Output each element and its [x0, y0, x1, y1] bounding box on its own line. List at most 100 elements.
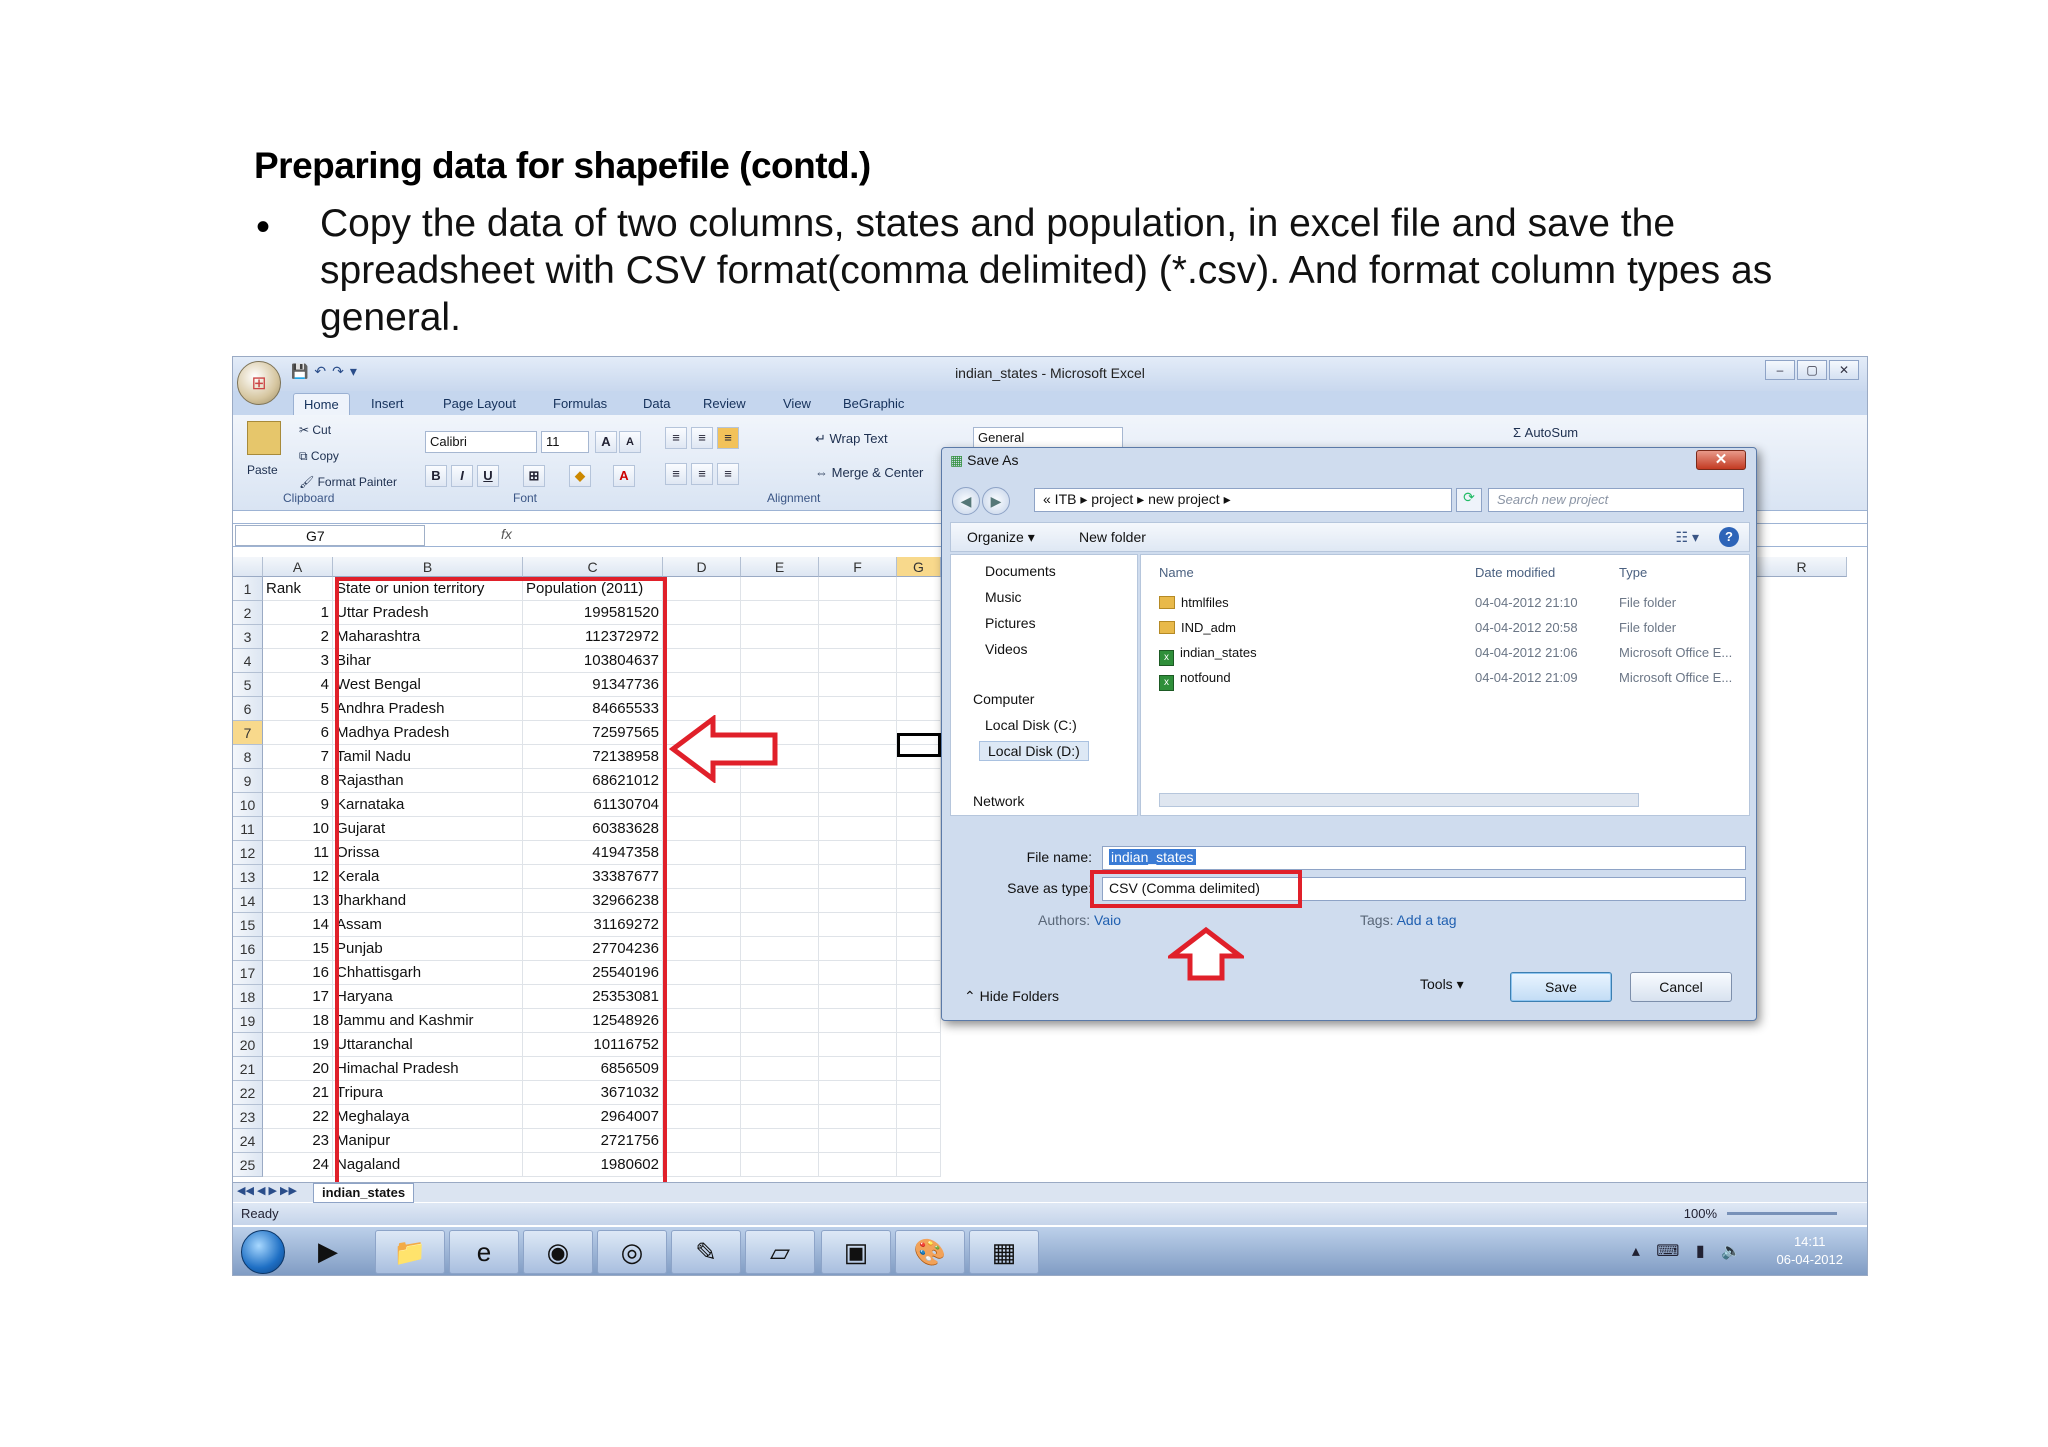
empty-cell[interactable]	[663, 649, 741, 673]
row-header[interactable]: 5	[233, 673, 263, 697]
tab-insert[interactable]: Insert	[361, 393, 414, 415]
row-header[interactable]: 7	[233, 721, 263, 745]
empty-cell[interactable]	[741, 1129, 819, 1153]
empty-cell[interactable]	[663, 793, 741, 817]
tab-home[interactable]: Home	[293, 393, 350, 415]
cell-rank[interactable]: 12	[263, 865, 333, 889]
fill-color-icon[interactable]: ◆	[569, 465, 591, 487]
nav-network[interactable]: Network	[973, 793, 1024, 809]
cell-rank[interactable]: 9	[263, 793, 333, 817]
empty-cell[interactable]	[897, 673, 941, 697]
align-top-icon[interactable]: ≡	[665, 427, 687, 449]
dialog-close-button[interactable]: ✕	[1696, 450, 1746, 470]
row-header[interactable]: 2	[233, 601, 263, 625]
empty-cell[interactable]	[897, 1033, 941, 1057]
row-header[interactable]: 10	[233, 793, 263, 817]
row-header[interactable]: 6	[233, 697, 263, 721]
row-header[interactable]: 21	[233, 1057, 263, 1081]
empty-cell[interactable]	[663, 913, 741, 937]
paint-icon[interactable]: 🎨	[895, 1230, 965, 1274]
column-header-r[interactable]: R	[1757, 557, 1847, 577]
minimize-button[interactable]: –	[1765, 360, 1795, 380]
nav-documents[interactable]: Documents	[985, 563, 1056, 579]
empty-cell[interactable]	[663, 889, 741, 913]
search-input[interactable]: Search new project	[1488, 488, 1744, 512]
row-header[interactable]: 11	[233, 817, 263, 841]
empty-cell[interactable]	[819, 697, 897, 721]
align-left-icon[interactable]: ≡	[665, 463, 687, 485]
empty-cell[interactable]	[819, 793, 897, 817]
cell-rank[interactable]: 15	[263, 937, 333, 961]
bold-button[interactable]: B	[425, 465, 447, 487]
cell-rank[interactable]: 17	[263, 985, 333, 1009]
empty-cell[interactable]	[819, 625, 897, 649]
row-header[interactable]: 12	[233, 841, 263, 865]
file-name-input[interactable]: indian_states	[1102, 846, 1746, 870]
cell-rank[interactable]: 5	[263, 697, 333, 721]
cell-rank[interactable]: 18	[263, 1009, 333, 1033]
empty-cell[interactable]	[741, 841, 819, 865]
empty-cell[interactable]	[819, 1057, 897, 1081]
row-header[interactable]: 13	[233, 865, 263, 889]
excel-taskbar-icon[interactable]: ▦	[969, 1230, 1039, 1274]
empty-cell[interactable]	[819, 721, 897, 745]
save-button[interactable]: Save	[1510, 972, 1612, 1002]
wrap-text-button[interactable]: ↵ Wrap Text	[815, 431, 888, 447]
empty-cell[interactable]	[741, 1033, 819, 1057]
refresh-icon[interactable]: ⟳	[1456, 488, 1482, 512]
select-all-corner[interactable]	[233, 557, 263, 577]
empty-cell[interactable]	[663, 1033, 741, 1057]
tab-review[interactable]: Review	[693, 393, 756, 415]
cell-rank[interactable]: 14	[263, 913, 333, 937]
cancel-button[interactable]: Cancel	[1630, 972, 1732, 1002]
empty-cell[interactable]	[819, 1033, 897, 1057]
empty-cell[interactable]	[897, 769, 941, 793]
row-header[interactable]: 15	[233, 913, 263, 937]
empty-cell[interactable]	[819, 865, 897, 889]
sheet-tab-indian-states[interactable]: indian_states	[313, 1183, 415, 1203]
align-bottom-icon[interactable]: ≡	[717, 427, 739, 449]
cell-rank[interactable]: 6	[263, 721, 333, 745]
align-right-icon[interactable]: ≡	[717, 463, 739, 485]
empty-cell[interactable]	[897, 1153, 941, 1177]
shrink-font-icon[interactable]: A	[619, 431, 641, 453]
empty-cell[interactable]	[819, 1009, 897, 1033]
empty-cell[interactable]	[897, 577, 941, 601]
empty-cell[interactable]	[819, 937, 897, 961]
empty-cell[interactable]	[819, 649, 897, 673]
empty-cell[interactable]	[819, 1081, 897, 1105]
row-header[interactable]: 23	[233, 1105, 263, 1129]
paste-button[interactable]: Paste	[247, 463, 278, 477]
empty-cell[interactable]	[819, 745, 897, 769]
cut-button[interactable]: ✂ Cut	[299, 423, 331, 437]
underline-button[interactable]: U	[477, 465, 499, 487]
cell-rank[interactable]: 1	[263, 601, 333, 625]
internet-explorer-icon[interactable]: e	[449, 1230, 519, 1274]
row-header[interactable]: 1	[233, 577, 263, 601]
row-header[interactable]: 8	[233, 745, 263, 769]
font-size-select[interactable]: 11	[541, 431, 589, 453]
empty-cell[interactable]	[897, 1009, 941, 1033]
cell-rank[interactable]: 2	[263, 625, 333, 649]
cell-rank[interactable]: 13	[263, 889, 333, 913]
explorer-icon[interactable]: 📁	[375, 1230, 445, 1274]
address-bar[interactable]: « ITB ▸ project ▸ new project ▸	[1034, 488, 1452, 512]
row-header[interactable]: 14	[233, 889, 263, 913]
empty-cell[interactable]	[663, 817, 741, 841]
font-color-icon[interactable]: A	[613, 465, 635, 487]
nav-local-disk-d[interactable]: Local Disk (D:)	[979, 741, 1089, 761]
empty-cell[interactable]	[897, 937, 941, 961]
column-name[interactable]: Name	[1159, 565, 1194, 580]
paste-icon[interactable]	[247, 421, 281, 455]
empty-cell[interactable]	[663, 1009, 741, 1033]
empty-cell[interactable]	[663, 1153, 741, 1177]
empty-cell[interactable]	[819, 817, 897, 841]
empty-cell[interactable]	[819, 1129, 897, 1153]
empty-cell[interactable]	[897, 841, 941, 865]
nav-pictures[interactable]: Pictures	[985, 615, 1036, 631]
font-name-select[interactable]: Calibri	[425, 431, 537, 453]
row-header[interactable]: 9	[233, 769, 263, 793]
start-button-icon[interactable]	[241, 1230, 285, 1274]
empty-cell[interactable]	[897, 649, 941, 673]
align-middle-icon[interactable]: ≡	[691, 427, 713, 449]
